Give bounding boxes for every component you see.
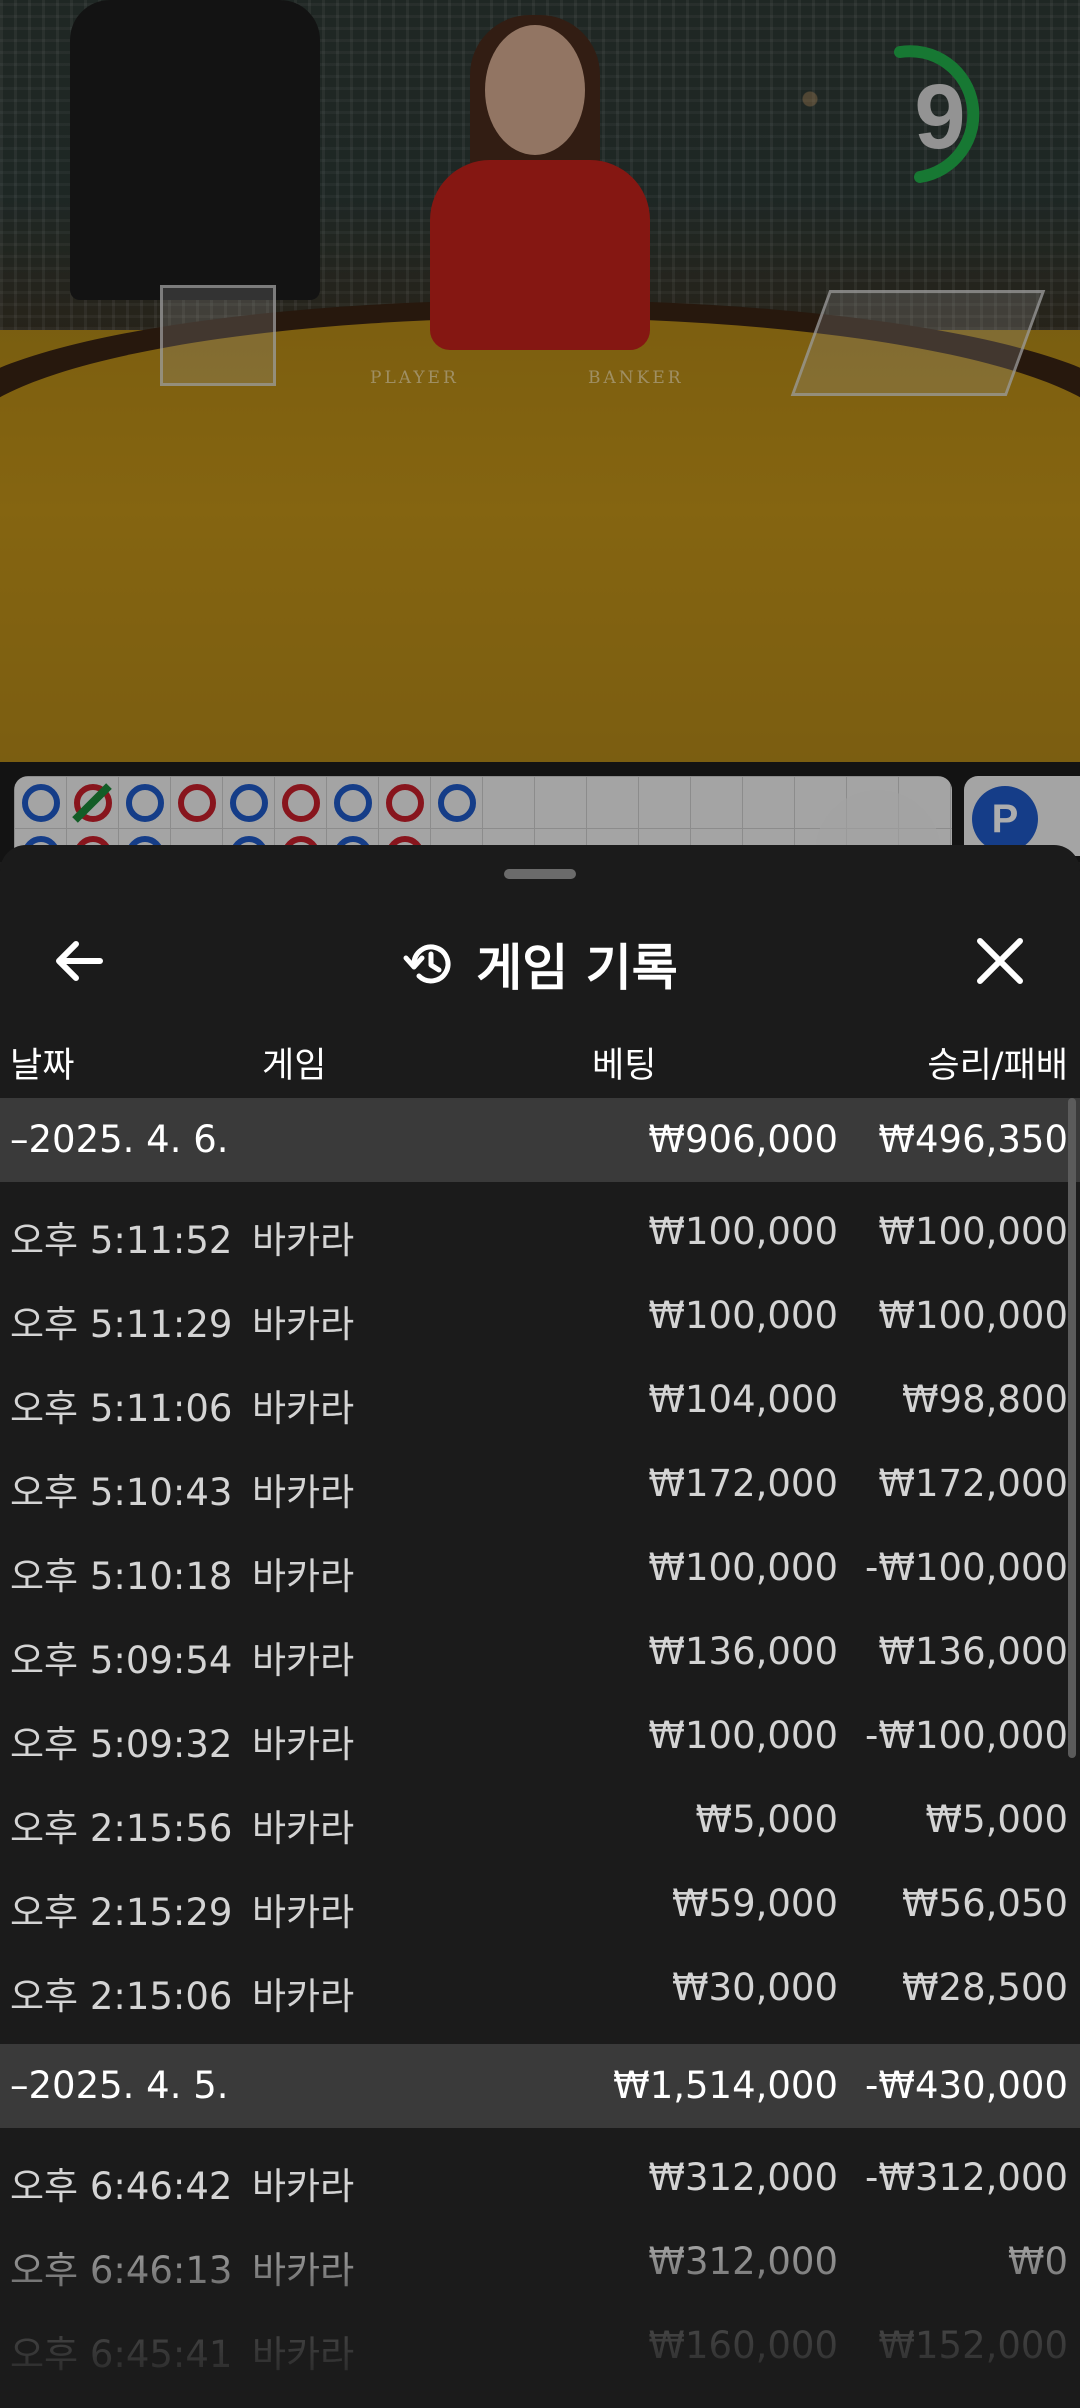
history-row[interactable]: 오후 5:09:54 바카라 ₩136,000 ₩136,000 <box>0 1610 1080 1694</box>
history-row[interactable]: 오후 5:10:43 바카라 ₩172,000 ₩172,000 <box>0 1442 1080 1526</box>
row-bet: ₩172,000 <box>648 1462 838 1505</box>
history-row[interactable]: 오후 6:46:13 바카라 ₩312,000 ₩0 <box>0 2220 1080 2304</box>
sheet-title: 게임 기록 <box>0 929 1080 999</box>
row-winloss: ₩136,000 <box>878 1630 1068 1673</box>
row-game: 바카라 <box>252 1303 355 1346</box>
close-icon[interactable] <box>968 929 1032 993</box>
row-game: 바카라 <box>252 1723 355 1766</box>
date-group-row[interactable]: –2025. 4. 6. ₩906,000 ₩496,350 <box>0 1098 1080 1182</box>
row-bet: ₩100,000 <box>648 1210 838 1253</box>
modal-backdrop[interactable] <box>0 0 1080 862</box>
row-winloss: ₩56,050 <box>901 1882 1068 1925</box>
row-time: 오후 2:15:56 <box>10 1807 233 1850</box>
row-time: 오후 5:11:29 <box>10 1303 233 1346</box>
row-winloss: ₩100,000 <box>878 1210 1068 1253</box>
group-date: –2025. 4. 6. <box>10 1118 229 1161</box>
row-time: 오후 6:46:13 <box>10 2249 233 2292</box>
row-bet: ₩104,000 <box>648 1378 838 1421</box>
row-winloss: ₩28,500 <box>901 1966 1068 2009</box>
column-header-bet: 베팅 <box>592 1046 657 1086</box>
row-bet: ₩100,000 <box>648 1714 838 1757</box>
row-bet: ₩312,000 <box>648 2240 838 2283</box>
group-winloss-total: -₩430,000 <box>865 2064 1068 2107</box>
list-scrollbar[interactable] <box>1068 1098 1076 1758</box>
row-bet: ₩5,000 <box>695 1798 838 1841</box>
history-row[interactable]: 오후 5:09:32 바카라 ₩100,000 -₩100,000 <box>0 1694 1080 1778</box>
history-row[interactable]: 오후 6:45:41 바카라 ₩160,000 ₩152,000 <box>0 2304 1080 2388</box>
group-date: –2025. 4. 5. <box>10 2064 229 2107</box>
group-winloss-total: ₩496,350 <box>878 1118 1068 1161</box>
row-game: 바카라 <box>252 1891 355 1934</box>
column-header-winloss: 승리/패배 <box>927 1046 1068 1086</box>
row-game: 바카라 <box>252 1639 355 1682</box>
history-row[interactable]: 오후 2:15:06 바카라 ₩30,000 ₩28,500 <box>0 1946 1080 2030</box>
row-game: 바카라 <box>252 1471 355 1514</box>
row-winloss: ₩152,000 <box>878 2324 1068 2367</box>
row-time: 오후 2:15:06 <box>10 1975 233 2018</box>
date-group-row[interactable]: –2025. 4. 5. ₩1,514,000 -₩430,000 <box>0 2044 1080 2128</box>
row-bet: ₩30,000 <box>671 1966 838 2009</box>
row-winloss: ₩98,800 <box>901 1378 1068 1421</box>
row-game: 바카라 <box>252 2333 355 2376</box>
history-row[interactable]: 오후 2:15:29 바카라 ₩59,000 ₩56,050 <box>0 1862 1080 1946</box>
history-icon <box>403 944 451 984</box>
row-game: 바카라 <box>252 2249 355 2292</box>
page-title: 게임 기록 <box>476 939 678 997</box>
row-time: 오후 6:45:41 <box>10 2333 233 2376</box>
row-winloss: -₩100,000 <box>865 1546 1068 1589</box>
row-winloss: -₩312,000 <box>865 2156 1068 2199</box>
row-time: 오후 5:09:32 <box>10 1723 233 1766</box>
group-bet-total: ₩906,000 <box>648 1118 838 1161</box>
row-game: 바카라 <box>252 1387 355 1430</box>
history-row[interactable]: 오후 5:10:18 바카라 ₩100,000 -₩100,000 <box>0 1526 1080 1610</box>
row-bet: ₩160,000 <box>648 2324 838 2367</box>
row-winloss: ₩5,000 <box>925 1798 1068 1841</box>
row-time: 오후 5:10:43 <box>10 1471 233 1514</box>
column-header-game: 게임 <box>262 1046 327 1086</box>
game-history-sheet: 게임 기록 날짜 게임 베팅 승리/패배 –2025. 4. 6. ₩906,0… <box>0 845 1080 2408</box>
row-winloss: ₩172,000 <box>878 1462 1068 1505</box>
row-game: 바카라 <box>252 2165 355 2208</box>
sheet-drag-handle[interactable] <box>504 869 576 879</box>
row-time: 오후 5:10:18 <box>10 1555 233 1598</box>
group-bet-total: ₩1,514,000 <box>613 2064 838 2107</box>
history-row[interactable]: 오후 5:11:29 바카라 ₩100,000 ₩100,000 <box>0 1274 1080 1358</box>
row-time: 오후 2:15:29 <box>10 1891 233 1934</box>
row-game: 바카라 <box>252 1555 355 1598</box>
column-header-date: 날짜 <box>10 1046 75 1086</box>
row-time: 오후 5:11:52 <box>10 1219 233 1262</box>
row-bet: ₩100,000 <box>648 1294 838 1337</box>
row-winloss: ₩0 <box>1007 2240 1068 2283</box>
row-time: 오후 5:09:54 <box>10 1639 233 1682</box>
row-bet: ₩136,000 <box>648 1630 838 1673</box>
history-row[interactable]: 오후 6:46:42 바카라 ₩312,000 -₩312,000 <box>0 2136 1080 2220</box>
column-headers: 날짜 게임 베팅 승리/패배 <box>0 1025 1080 1095</box>
row-game: 바카라 <box>252 1807 355 1850</box>
row-bet: ₩100,000 <box>648 1546 838 1589</box>
history-list[interactable]: –2025. 4. 6. ₩906,000 ₩496,350 오후 5:11:5… <box>0 1098 1080 2388</box>
row-game: 바카라 <box>252 1219 355 1262</box>
history-row[interactable]: 오후 5:11:52 바카라 ₩100,000 ₩100,000 <box>0 1190 1080 1274</box>
sheet-header: 게임 기록 <box>0 889 1080 1039</box>
row-bet: ₩59,000 <box>671 1882 838 1925</box>
row-winloss: -₩100,000 <box>865 1714 1068 1757</box>
row-time: 오후 5:11:06 <box>10 1387 233 1430</box>
row-game: 바카라 <box>252 1975 355 2018</box>
row-winloss: ₩100,000 <box>878 1294 1068 1337</box>
row-bet: ₩312,000 <box>648 2156 838 2199</box>
history-row[interactable]: 오후 2:15:56 바카라 ₩5,000 ₩5,000 <box>0 1778 1080 1862</box>
row-time: 오후 6:46:42 <box>10 2165 233 2208</box>
history-row[interactable]: 오후 5:11:06 바카라 ₩104,000 ₩98,800 <box>0 1358 1080 1442</box>
